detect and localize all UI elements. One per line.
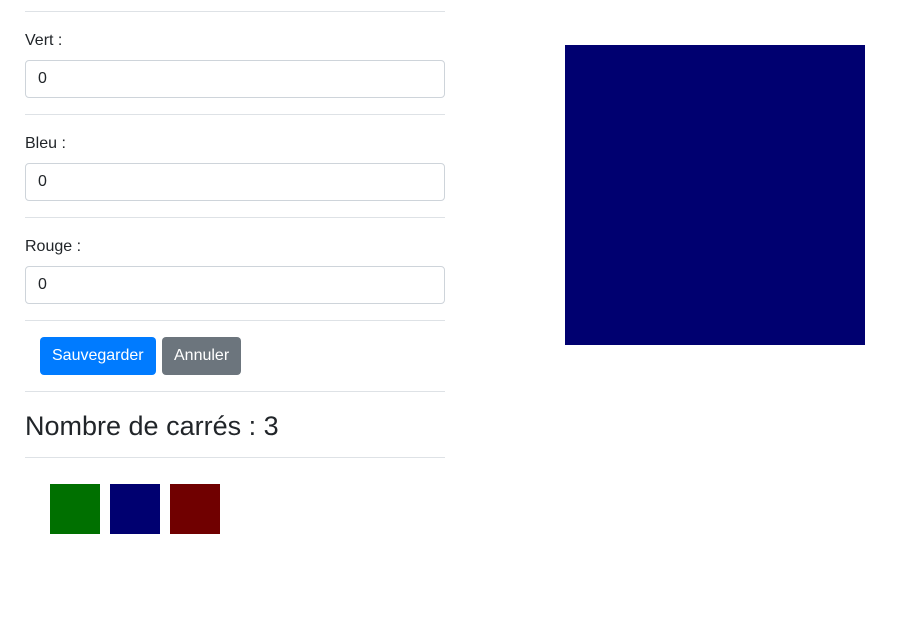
square-blue[interactable] (110, 484, 160, 534)
divider (25, 391, 445, 392)
color-preview (565, 45, 865, 345)
blue-input[interactable] (25, 163, 445, 201)
green-label: Vert : (25, 32, 63, 49)
divider (25, 457, 445, 458)
red-input[interactable] (25, 266, 445, 304)
divider (25, 320, 445, 321)
cancel-button[interactable]: Annuler (162, 337, 242, 375)
green-input[interactable] (25, 60, 445, 98)
divider (25, 217, 445, 218)
blue-label: Bleu : (25, 135, 66, 152)
save-button[interactable]: Sauvegarder (40, 337, 156, 375)
square-green[interactable] (50, 484, 100, 534)
squares-count-heading: Nombre de carrés : 3 (25, 411, 279, 441)
divider (25, 114, 445, 115)
red-label: Rouge : (25, 238, 82, 255)
divider (25, 11, 445, 12)
square-red[interactable] (170, 484, 220, 534)
